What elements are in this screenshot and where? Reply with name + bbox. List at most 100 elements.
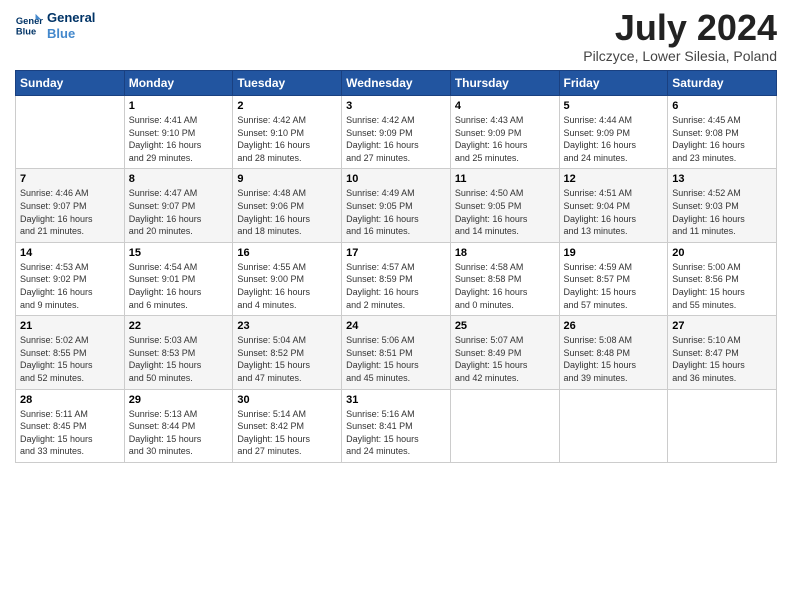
cell-week5-day1: 28Sunrise: 5:11 AM Sunset: 8:45 PM Dayli… <box>16 389 125 462</box>
cell-week5-day3: 30 Sunrise: 5:14 AM Sunset: 8:42 PM Dayli… <box>233 389 342 462</box>
day-info: Sunrise: 4:46 AM Sunset: 9:07 PM Dayligh… <box>20 187 120 237</box>
cell-week2-day6: 12Sunrise: 4:51 AM Sunset: 9:04 PM Dayli… <box>559 169 668 242</box>
day-number: 12 <box>564 173 664 185</box>
day-number: 4 <box>455 100 555 112</box>
cell-week3-day6: 19Sunrise: 4:59 AM Sunset: 8:57 PM Dayli… <box>559 242 668 315</box>
day-number: 29 <box>129 394 229 406</box>
day-info: Sunrise: 4:42 AM Sunset: 9:10 PM Dayligh… <box>237 114 337 164</box>
cell-week5-day4: 31 Sunrise: 5:16 AM Sunset: 8:41 PM Dayli… <box>342 389 451 462</box>
cell-week2-day5: 11 Sunrise: 4:50 AM Sunset: 9:05 PM Dayli… <box>450 169 559 242</box>
cell-week3-day3: 16 Sunrise: 4:55 AM Sunset: 9:00 PM Dayli… <box>233 242 342 315</box>
logo-icon: General Blue <box>15 12 43 40</box>
cell-week4-day6: 26 Sunrise: 5:08 AM Sunset: 8:48 PM Dayli… <box>559 316 668 389</box>
cell-week1-day3: 2 Sunrise: 4:42 AM Sunset: 9:10 PM Daylig… <box>233 96 342 169</box>
day-number: 3 <box>346 100 446 112</box>
cell-week3-day2: 15 Sunrise: 4:54 AM Sunset: 9:01 PM Dayli… <box>124 242 233 315</box>
day-info: Sunrise: 4:42 AM Sunset: 9:09 PM Dayligh… <box>346 114 446 164</box>
day-info: Sunrise: 4:55 AM Sunset: 9:00 PM Dayligh… <box>237 261 337 311</box>
day-info: Sunrise: 5:00 AM Sunset: 8:56 PM Dayligh… <box>672 261 772 311</box>
cell-week4-day2: 22 Sunrise: 5:03 AM Sunset: 8:53 PM Dayli… <box>124 316 233 389</box>
cell-week5-day6 <box>559 389 668 462</box>
day-number: 17 <box>346 247 446 259</box>
cell-week3-day7: 20Sunrise: 5:00 AM Sunset: 8:56 PM Dayli… <box>668 242 777 315</box>
day-number: 22 <box>129 320 229 332</box>
day-number: 21 <box>20 320 120 332</box>
day-info: Sunrise: 4:47 AM Sunset: 9:07 PM Dayligh… <box>129 187 229 237</box>
logo-subtext: Blue <box>47 26 95 42</box>
cell-week2-day2: 8 Sunrise: 4:47 AM Sunset: 9:07 PM Daylig… <box>124 169 233 242</box>
header-area: General Blue General Blue July 2024 Pilc… <box>15 10 777 64</box>
day-number: 25 <box>455 320 555 332</box>
day-info: Sunrise: 4:44 AM Sunset: 9:09 PM Dayligh… <box>564 114 664 164</box>
day-info: Sunrise: 5:08 AM Sunset: 8:48 PM Dayligh… <box>564 334 664 384</box>
day-info: Sunrise: 5:04 AM Sunset: 8:52 PM Dayligh… <box>237 334 337 384</box>
day-number: 11 <box>455 173 555 185</box>
day-info: Sunrise: 4:50 AM Sunset: 9:05 PM Dayligh… <box>455 187 555 237</box>
day-info: Sunrise: 5:07 AM Sunset: 8:49 PM Dayligh… <box>455 334 555 384</box>
day-info: Sunrise: 5:16 AM Sunset: 8:41 PM Dayligh… <box>346 408 446 458</box>
day-number: 8 <box>129 173 229 185</box>
cell-week3-day4: 17 Sunrise: 4:57 AM Sunset: 8:59 PM Dayli… <box>342 242 451 315</box>
day-info: Sunrise: 4:53 AM Sunset: 9:02 PM Dayligh… <box>20 261 120 311</box>
calendar-table: Sunday Monday Tuesday Wednesday Thursday… <box>15 70 777 463</box>
col-monday: Monday <box>124 71 233 96</box>
cell-week3-day5: 18 Sunrise: 4:58 AM Sunset: 8:58 PM Dayli… <box>450 242 559 315</box>
cell-week4-day7: 27Sunrise: 5:10 AM Sunset: 8:47 PM Dayli… <box>668 316 777 389</box>
cell-week4-day3: 23Sunrise: 5:04 AM Sunset: 8:52 PM Dayli… <box>233 316 342 389</box>
day-info: Sunrise: 4:49 AM Sunset: 9:05 PM Dayligh… <box>346 187 446 237</box>
week-row-3: 14 Sunrise: 4:53 AM Sunset: 9:02 PM Dayli… <box>16 242 777 315</box>
day-info: Sunrise: 4:45 AM Sunset: 9:08 PM Dayligh… <box>672 114 772 164</box>
day-number: 31 <box>346 394 446 406</box>
cell-week2-day4: 10 Sunrise: 4:49 AM Sunset: 9:05 PM Dayli… <box>342 169 451 242</box>
cell-week1-day7: 6Sunrise: 4:45 AM Sunset: 9:08 PM Daylig… <box>668 96 777 169</box>
cell-week2-day7: 13Sunrise: 4:52 AM Sunset: 9:03 PM Dayli… <box>668 169 777 242</box>
week-row-2: 7 Sunrise: 4:46 AM Sunset: 9:07 PM Daylig… <box>16 169 777 242</box>
cell-week1-day4: 3 Sunrise: 4:42 AM Sunset: 9:09 PM Daylig… <box>342 96 451 169</box>
header-row: Sunday Monday Tuesday Wednesday Thursday… <box>16 71 777 96</box>
day-number: 30 <box>237 394 337 406</box>
day-number: 9 <box>237 173 337 185</box>
col-friday: Friday <box>559 71 668 96</box>
cell-week1-day6: 5 Sunrise: 4:44 AM Sunset: 9:09 PM Daylig… <box>559 96 668 169</box>
day-info: Sunrise: 4:58 AM Sunset: 8:58 PM Dayligh… <box>455 261 555 311</box>
day-number: 5 <box>564 100 664 112</box>
day-info: Sunrise: 4:57 AM Sunset: 8:59 PM Dayligh… <box>346 261 446 311</box>
day-info: Sunrise: 5:14 AM Sunset: 8:42 PM Dayligh… <box>237 408 337 458</box>
logo: General Blue General Blue <box>15 10 95 41</box>
cell-week5-day5 <box>450 389 559 462</box>
svg-text:Blue: Blue <box>16 26 36 36</box>
day-number: 2 <box>237 100 337 112</box>
day-number: 18 <box>455 247 555 259</box>
cell-week1-day1 <box>16 96 125 169</box>
day-number: 28 <box>20 394 120 406</box>
day-number: 14 <box>20 247 120 259</box>
col-wednesday: Wednesday <box>342 71 451 96</box>
day-number: 26 <box>564 320 664 332</box>
day-info: Sunrise: 4:54 AM Sunset: 9:01 PM Dayligh… <box>129 261 229 311</box>
day-number: 24 <box>346 320 446 332</box>
day-number: 16 <box>237 247 337 259</box>
day-info: Sunrise: 4:43 AM Sunset: 9:09 PM Dayligh… <box>455 114 555 164</box>
day-number: 27 <box>672 320 772 332</box>
day-info: Sunrise: 4:52 AM Sunset: 9:03 PM Dayligh… <box>672 187 772 237</box>
cell-week1-day5: 4 Sunrise: 4:43 AM Sunset: 9:09 PM Daylig… <box>450 96 559 169</box>
cell-week2-day3: 9 Sunrise: 4:48 AM Sunset: 9:06 PM Daylig… <box>233 169 342 242</box>
col-saturday: Saturday <box>668 71 777 96</box>
month-title: July 2024 <box>583 10 777 46</box>
day-number: 15 <box>129 247 229 259</box>
day-info: Sunrise: 4:59 AM Sunset: 8:57 PM Dayligh… <box>564 261 664 311</box>
day-info: Sunrise: 4:48 AM Sunset: 9:06 PM Dayligh… <box>237 187 337 237</box>
week-row-1: 1Sunrise: 4:41 AM Sunset: 9:10 PM Daylig… <box>16 96 777 169</box>
day-info: Sunrise: 5:03 AM Sunset: 8:53 PM Dayligh… <box>129 334 229 384</box>
col-tuesday: Tuesday <box>233 71 342 96</box>
day-number: 10 <box>346 173 446 185</box>
cell-week4-day4: 24 Sunrise: 5:06 AM Sunset: 8:51 PM Dayli… <box>342 316 451 389</box>
day-number: 7 <box>20 173 120 185</box>
cell-week5-day7 <box>668 389 777 462</box>
week-row-5: 28Sunrise: 5:11 AM Sunset: 8:45 PM Dayli… <box>16 389 777 462</box>
location-title: Pilczyce, Lower Silesia, Poland <box>583 48 777 64</box>
col-thursday: Thursday <box>450 71 559 96</box>
day-number: 1 <box>129 100 229 112</box>
day-info: Sunrise: 5:06 AM Sunset: 8:51 PM Dayligh… <box>346 334 446 384</box>
cell-week3-day1: 14 Sunrise: 4:53 AM Sunset: 9:02 PM Dayli… <box>16 242 125 315</box>
